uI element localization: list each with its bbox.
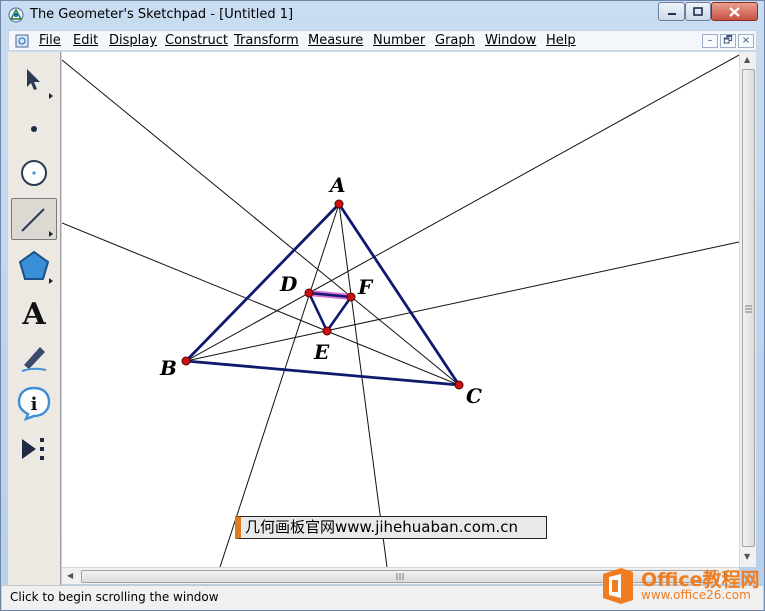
toolbox: A i <box>8 52 61 585</box>
document-icon[interactable] <box>15 34 29 48</box>
point-f[interactable] <box>346 292 356 302</box>
information-tool[interactable]: i <box>11 382 57 424</box>
marker-tool[interactable] <box>11 336 57 378</box>
straightedge-tool[interactable] <box>11 198 57 240</box>
watermark-caption: 几何画板官网www.jihehuaban.com.cn <box>235 516 547 539</box>
polygon-icon <box>18 250 53 284</box>
document-close-button[interactable]: × <box>738 34 754 48</box>
menu-file[interactable]: File <box>39 33 61 48</box>
menu-transform[interactable]: Transform <box>234 33 299 48</box>
menu-graph[interactable]: Graph <box>435 33 475 48</box>
arrow-icon <box>27 69 53 99</box>
grip-icon <box>396 573 404 580</box>
segment-bc[interactable] <box>185 359 460 387</box>
polygon-tool[interactable] <box>11 245 57 287</box>
segment-ca[interactable] <box>337 203 461 386</box>
application-window: The Geometer's Sketchpad - [Untitled 1] … <box>0 0 765 611</box>
text-icon: A <box>21 297 46 330</box>
point-d[interactable] <box>304 288 314 298</box>
minimize-button[interactable] <box>658 2 685 21</box>
scroll-up-arrow-icon[interactable]: ▲ <box>744 56 750 64</box>
scroll-left-arrow-icon[interactable]: ◀ <box>67 572 73 580</box>
segment-icon <box>21 208 53 237</box>
information-tool-glyph: i <box>31 394 38 415</box>
text-tool-glyph: A <box>21 297 46 330</box>
menu-bar: File Edit Display Construct Transform Me… <box>8 30 757 51</box>
status-text: Click to begin scrolling the window <box>10 590 219 604</box>
construction-line[interactable] <box>185 54 739 362</box>
point-f-label[interactable]: F <box>357 275 374 299</box>
construction-line[interactable] <box>219 203 340 567</box>
grip-icon <box>745 305 752 313</box>
construction-line[interactable] <box>62 59 460 386</box>
menu-number[interactable]: Number <box>373 33 425 48</box>
document-minimize-button[interactable]: – <box>702 34 718 48</box>
sketch-drawing[interactable]: A B C D E F <box>62 52 739 567</box>
construction-line[interactable] <box>62 222 460 386</box>
point-b-label[interactable]: B <box>159 356 177 380</box>
document-restore-button[interactable]: 🗗 <box>720 34 736 48</box>
office-watermark-logo: Office教程网 www.office26.com <box>599 563 764 609</box>
point-a-label[interactable]: A <box>328 173 346 197</box>
menu-display[interactable]: Display <box>109 33 157 48</box>
scroll-down-arrow-icon[interactable]: ▼ <box>744 553 750 561</box>
point-a[interactable] <box>334 199 344 209</box>
compass-icon <box>21 160 47 186</box>
construction-line[interactable] <box>185 241 739 362</box>
menu-measure[interactable]: Measure <box>308 33 363 48</box>
marker-icon <box>21 347 47 372</box>
arrow-tool[interactable] <box>11 60 57 102</box>
point-e[interactable] <box>322 326 332 336</box>
maximize-button[interactable] <box>685 2 711 21</box>
menu-construct[interactable]: Construct <box>165 33 228 48</box>
custom-tool[interactable] <box>11 428 57 470</box>
compass-tool[interactable] <box>11 151 57 193</box>
close-button[interactable] <box>711 2 758 21</box>
sketch-canvas[interactable]: A B C D E F <box>62 52 739 567</box>
minimize-icon <box>667 12 676 15</box>
office-brand-url: www.office26.com <box>641 588 751 602</box>
construction-line[interactable] <box>338 203 388 567</box>
point-d-label[interactable]: D <box>279 272 298 296</box>
text-tool[interactable]: A <box>11 291 57 333</box>
maximize-icon <box>693 7 703 16</box>
point-tool[interactable] <box>11 105 57 147</box>
point-c-label[interactable]: C <box>466 384 482 408</box>
vertical-scrollbar[interactable]: ▲ ▼ <box>739 52 756 567</box>
vertical-scroll-thumb[interactable] <box>742 69 755 547</box>
menu-window[interactable]: Window <box>485 33 536 48</box>
close-icon <box>729 6 740 17</box>
menu-edit[interactable]: Edit <box>73 33 98 48</box>
office-logo-icon <box>603 568 633 604</box>
menu-help[interactable]: Help <box>546 33 576 48</box>
point-c[interactable] <box>454 380 464 390</box>
title-bar[interactable]: The Geometer's Sketchpad - [Untitled 1] <box>1 1 764 29</box>
point-icon <box>31 126 37 132</box>
point-e-label[interactable]: E <box>313 340 330 364</box>
window-title: The Geometer's Sketchpad - [Untitled 1] <box>30 7 294 22</box>
custom-tool-icon <box>22 438 44 460</box>
point-b[interactable] <box>181 356 191 366</box>
information-icon: i <box>17 386 51 421</box>
sketchpad-app-icon <box>8 7 24 23</box>
